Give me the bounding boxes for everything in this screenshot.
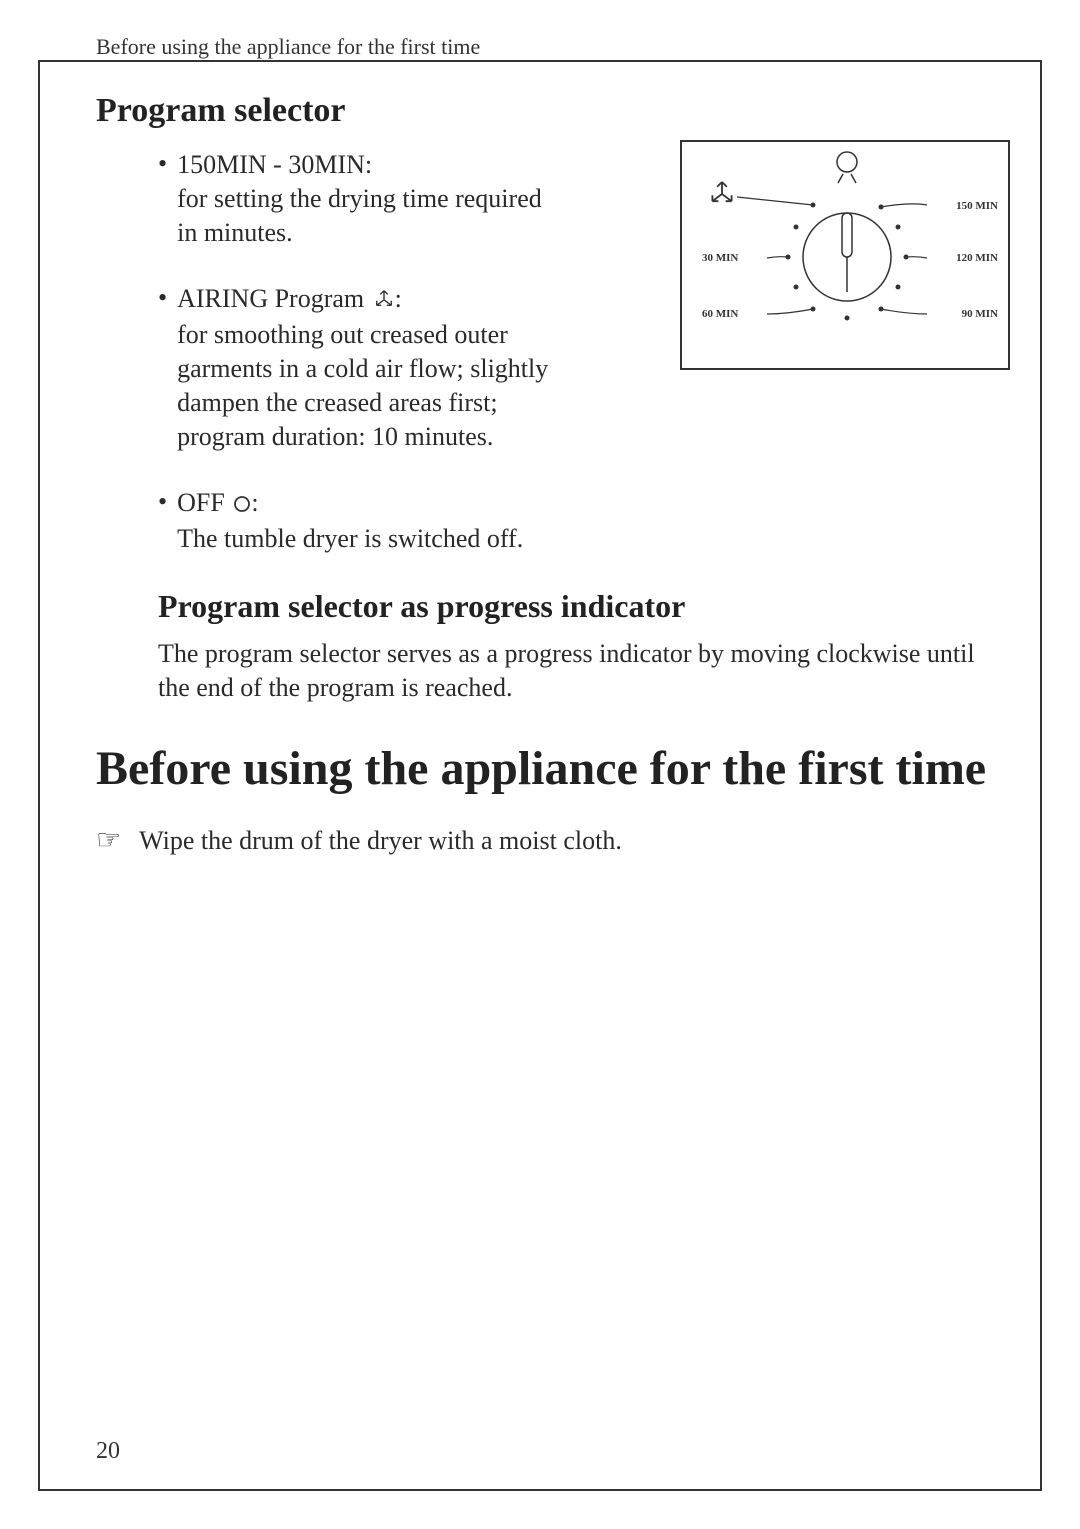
bullet-item-off: • OFF : The tumble dryer is switched off… [158,486,1010,556]
bullet-text: OFF : The tumble dryer is switched off. [177,486,523,556]
dial-illustration: 150 MIN 120 MIN 90 MIN 60 MIN 30 MIN [680,140,1010,370]
main-title-first-use: Before using the appliance for the first… [96,741,1010,796]
off-circle-icon [233,488,251,522]
instruction-row: ☞ Wipe the drum of the dryer with a mois… [96,824,1010,858]
dial-label-150: 150 MIN [956,200,998,212]
bullet-body: The tumble dryer is switched off. [177,524,523,553]
bullet-dot-icon: • [158,148,167,180]
content-area: Program selector [96,92,1010,858]
section-title-program-selector: Program selector [96,92,1010,130]
bullet-body-extra: program duration: 10 minutes. [177,422,493,451]
bullet-dot-icon: • [158,282,167,314]
bullet-text: AIRING Program : for smoothing out creas… [177,282,558,454]
airing-icon [373,284,395,318]
dial-label-30: 30 MIN [702,252,738,264]
bullet-head: AIRING Program [177,284,364,313]
page-header: Before using the appliance for the first… [96,34,480,60]
dial-label-90: 90 MIN [962,308,998,320]
bullet-body: for setting the drying time required in … [177,184,542,247]
bullet-head: 150MIN - 30MIN: [177,150,372,179]
bullet-item-time: • 150MIN - 30MIN: for setting the drying… [158,148,558,250]
dial-label-120: 120 MIN [956,252,998,264]
bullet-head: OFF [177,488,225,517]
subsection-title-progress: Program selector as progress indicator [158,588,1010,625]
page-number: 20 [96,1438,120,1465]
progress-paragraph: The program selector serves as a progres… [158,637,1010,705]
bullet-body: for smoothing out creased outer garments… [177,320,548,417]
bullet-text: 150MIN - 30MIN: for setting the drying t… [177,148,558,250]
hand-pointing-icon: ☞ [96,824,121,858]
bullet-dot-icon: • [158,486,167,518]
bullet-item-airing: • AIRING Program : for smoothing out cre… [158,282,558,454]
dial-label-60: 60 MIN [702,308,738,320]
instruction-text: Wipe the drum of the dryer with a moist … [139,824,622,858]
